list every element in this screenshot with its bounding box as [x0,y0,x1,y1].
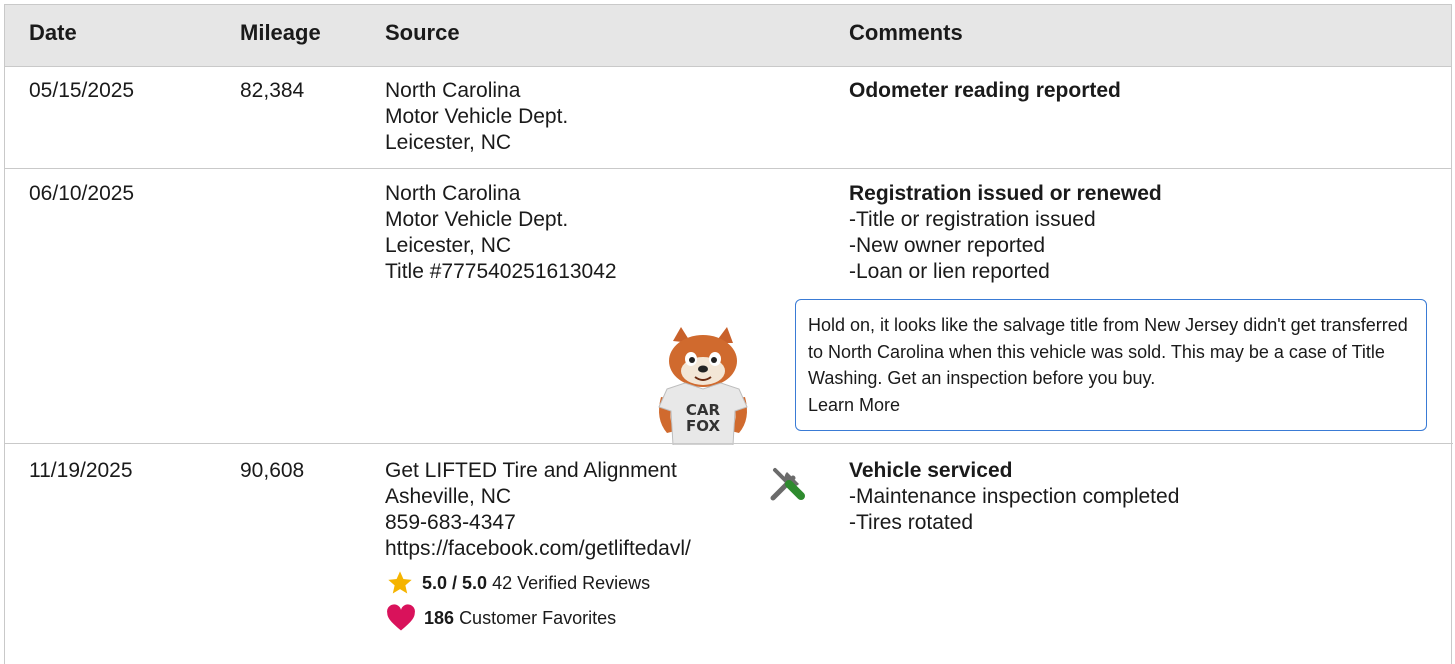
vehicle-history-table: Date Mileage Source Comments 05/15/2025 … [4,4,1453,664]
rating-reviews[interactable]: 42 Verified Reviews [492,571,650,595]
source-line: North Carolina [385,79,521,102]
row-divider [5,168,1451,169]
comment-bullet: Maintenance inspection completed [849,484,1179,510]
alert-text: Hold on, it looks like the salvage title… [808,315,1408,388]
comment-bullet: Tires rotated [849,510,1179,536]
source-line: Asheville, NC [385,485,512,508]
row-mileage: 82,384 [240,79,305,102]
heart-icon [387,604,415,631]
header-date: Date [29,20,77,45]
comment-title: Vehicle serviced [849,459,1013,482]
row-source: Get LIFTED Tire and Alignment Asheville,… [385,458,691,562]
comment-title: Registration issued or renewed [849,182,1162,205]
row-divider [5,443,237,444]
shop-favorites: 186 Customer Favorites [386,604,616,632]
row-source: North Carolina Motor Vehicle Dept. Leice… [385,78,568,156]
comment-bullet: Title or registration issued [849,207,1162,233]
comment-title: Odometer reading reported [849,79,1121,102]
header-source: Source [385,20,460,45]
header-mileage: Mileage [240,20,321,45]
source-line: 859-683-4347 [385,511,516,534]
shop-rating: 5.0 / 5.0 42 Verified Reviews [386,569,650,597]
source-line: North Carolina [385,182,521,205]
comment-bullet: New owner reported [849,233,1162,259]
source-line: Leicester, NC [385,234,512,257]
row-date: 11/19/2025 [29,459,133,482]
title-washing-alert: Hold on, it looks like the salvage title… [795,299,1427,431]
source-line: Title #777540251613042 [385,260,617,283]
source-link[interactable]: https://facebook.com/getliftedavl/ [385,536,691,562]
learn-more-link[interactable]: Learn More [808,392,1414,419]
tools-icon [770,468,805,501]
row-mileage: 90,608 [240,459,305,482]
row-date: 06/10/2025 [29,182,135,205]
source-line: Get LIFTED Tire and Alignment [385,459,677,482]
rating-score: 5.0 / 5.0 [422,573,488,593]
header-comments: Comments [849,20,963,45]
row-date: 05/15/2025 [29,79,135,102]
row-comments: Vehicle serviced Maintenance inspection … [849,458,1179,536]
row-source: North Carolina Motor Vehicle Dept. Leice… [385,181,617,285]
star-icon [388,571,412,594]
table-header: Date Mileage Source Comments [5,5,1451,67]
row-divider [847,443,1453,444]
favorites-count: 186 [424,608,455,628]
carfox-mascot: CAR FOX [658,327,748,445]
comment-bullet: Loan or lien reported [849,259,1162,285]
source-line: Motor Vehicle Dept. [385,208,569,231]
mascot-shirt-line: FOX [686,417,720,435]
row-comments: Registration issued or renewed Title or … [849,181,1162,285]
source-line: Motor Vehicle Dept. [385,105,569,128]
source-line: Leicester, NC [385,131,512,154]
row-comments: Odometer reading reported [849,78,1121,104]
mascot-divider [237,443,847,444]
favorites-label: Customer Favorites [459,608,617,628]
